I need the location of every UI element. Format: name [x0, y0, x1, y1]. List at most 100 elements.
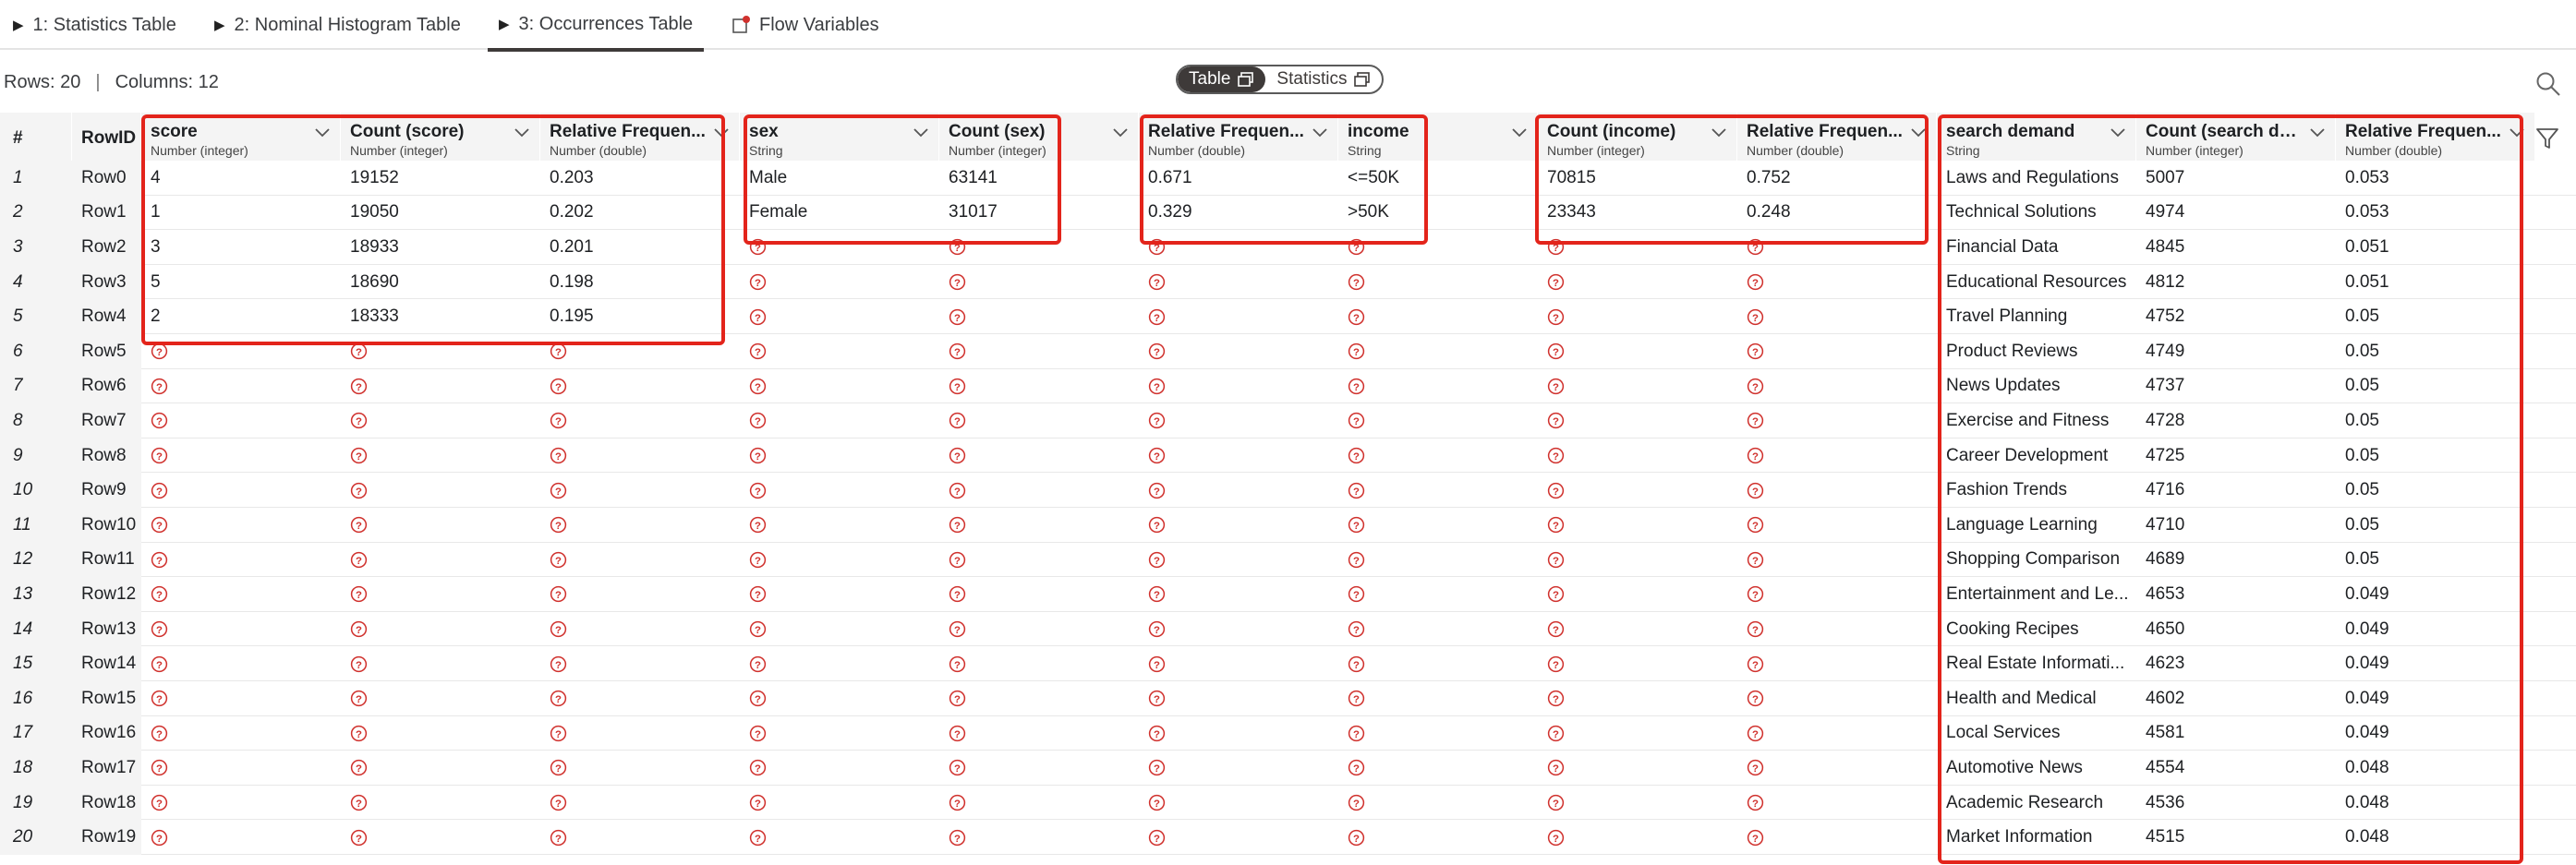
missing-value-icon: ?: [350, 725, 368, 742]
missing-cell: ?: [540, 612, 740, 647]
svg-text:?: ?: [1154, 694, 1160, 705]
missing-value-icon: ?: [749, 413, 767, 429]
svg-text:?: ?: [555, 382, 562, 393]
missing-value-icon: ?: [949, 343, 966, 360]
row-id: Row2: [72, 230, 141, 265]
column-header[interactable]: sex String: [740, 113, 939, 161]
missing-value-icon: ?: [949, 517, 966, 534]
column-header-name: Count (income): [1547, 122, 1676, 141]
view-toggle: Table Statistics: [1176, 65, 1385, 94]
svg-text:?: ?: [1353, 312, 1360, 323]
missing-cell: ?: [1737, 334, 1937, 369]
chevron-down-icon[interactable]: [713, 127, 730, 138]
column-header[interactable]: Relative Frequen... Number (double): [1139, 113, 1338, 161]
column-header-name: income: [1348, 122, 1409, 141]
missing-value-icon: ?: [1747, 551, 1764, 569]
search-icon[interactable]: [2534, 70, 2562, 98]
table-cell: Real Estate Informati...: [1946, 654, 2125, 674]
column-header[interactable]: Relative Frequen... Number (double): [540, 113, 740, 161]
svg-text:?: ?: [1752, 243, 1759, 254]
missing-value-icon: ?: [350, 447, 368, 464]
svg-text:?: ?: [1553, 625, 1559, 636]
table-cell: 0.05: [2345, 410, 2379, 430]
table-cell: Entertainment and Le...: [1946, 583, 2129, 604]
chevron-down-icon[interactable]: [913, 127, 929, 138]
tab-nominal-histogram-table[interactable]: ▶ 2: Nominal Histogram Table: [214, 0, 461, 50]
missing-cell: ?: [740, 299, 939, 334]
missing-value-icon: ?: [1348, 308, 1365, 325]
tab-occurrences-table[interactable]: ▶ 3: Occurrences Table: [488, 0, 705, 52]
chevron-down-icon[interactable]: [1711, 127, 1727, 138]
missing-cell: ?: [141, 334, 341, 369]
table-view-button[interactable]: Table: [1178, 66, 1266, 92]
chevron-down-icon[interactable]: [1910, 127, 1927, 138]
column-header[interactable]: Relative Frequen... Number (double): [2336, 113, 2535, 161]
chevron-down-icon[interactable]: [2309, 127, 2326, 138]
column-header[interactable]: Count (sex) Number (integer): [939, 113, 1139, 161]
missing-value-icon: ?: [151, 517, 168, 534]
chevron-down-icon[interactable]: [2509, 127, 2525, 138]
chevron-down-icon[interactable]: [2110, 127, 2126, 138]
missing-value-icon: ?: [550, 586, 567, 603]
tab-statistics-table[interactable]: ▶ 1: Statistics Table: [13, 0, 176, 50]
column-header[interactable]: score Number (integer): [141, 113, 341, 161]
table-cell: 4728: [2146, 410, 2185, 430]
missing-cell: ?: [1737, 820, 1937, 855]
table-cell: 0.329: [1148, 202, 1192, 222]
missing-value-icon: ?: [749, 691, 767, 707]
missing-cell: ?: [1338, 751, 1538, 786]
column-header[interactable]: Count (search de... Number (integer): [2136, 113, 2336, 161]
svg-text:?: ?: [1353, 521, 1360, 532]
column-header[interactable]: search demand String: [1937, 113, 2136, 161]
table-cell: Shopping Comparison: [1946, 549, 2121, 570]
missing-value-icon: ?: [550, 691, 567, 707]
svg-text:?: ?: [1154, 729, 1160, 740]
svg-text:?: ?: [356, 486, 362, 497]
table-cell: 0.195: [550, 306, 594, 327]
chevron-down-icon[interactable]: [314, 127, 331, 138]
svg-text:?: ?: [755, 799, 761, 810]
chevron-down-icon[interactable]: [514, 127, 530, 138]
missing-cell: ?: [1538, 230, 1737, 265]
column-header[interactable]: Count (income) Number (integer): [1538, 113, 1737, 161]
chevron-down-icon[interactable]: [1511, 127, 1528, 138]
svg-text:?: ?: [954, 556, 961, 567]
missing-cell: ?: [540, 403, 740, 439]
table-cell: Automotive News: [1946, 757, 2083, 777]
missing-cell: ?: [141, 751, 341, 786]
svg-text:?: ?: [1353, 590, 1360, 601]
column-header[interactable]: income String: [1338, 113, 1538, 161]
missing-value-icon: ?: [1547, 308, 1565, 325]
svg-text:?: ?: [755, 833, 761, 844]
missing-value-icon: ?: [949, 413, 966, 429]
column-header[interactable]: Relative Frequen... Number (double): [1737, 113, 1937, 161]
chevron-down-icon[interactable]: [1112, 127, 1129, 138]
svg-text:?: ?: [954, 312, 961, 323]
missing-value-icon: ?: [550, 829, 567, 846]
missing-value-icon: ?: [151, 620, 168, 638]
svg-text:?: ?: [1353, 729, 1360, 740]
table-cell: 4845: [2146, 236, 2185, 257]
svg-text:?: ?: [356, 729, 362, 740]
missing-cell: ?: [1338, 230, 1538, 265]
missing-value-icon: ?: [1747, 517, 1764, 534]
svg-text:?: ?: [1353, 625, 1360, 636]
row-index: 6: [0, 334, 72, 369]
svg-text:?: ?: [1154, 416, 1160, 427]
tab-flow-variables[interactable]: Flow Variables: [732, 0, 879, 50]
svg-text:?: ?: [1752, 625, 1759, 636]
svg-text:?: ?: [1752, 382, 1759, 393]
missing-cell: ?: [540, 681, 740, 716]
svg-text:?: ?: [555, 694, 562, 705]
missing-value-icon: ?: [1348, 691, 1365, 707]
statistics-view-button[interactable]: Statistics: [1265, 66, 1382, 92]
missing-cell: ?: [740, 543, 939, 578]
filter-icon[interactable]: [2534, 126, 2560, 151]
column-header[interactable]: Count (score) Number (integer): [341, 113, 540, 161]
missing-value-icon: ?: [350, 655, 368, 672]
svg-text:?: ?: [1154, 278, 1160, 289]
chevron-down-icon[interactable]: [1312, 127, 1328, 138]
rowid-column-header[interactable]: RowID: [72, 113, 141, 161]
missing-value-icon: ?: [1547, 760, 1565, 776]
row-id: Row11: [72, 542, 141, 578]
